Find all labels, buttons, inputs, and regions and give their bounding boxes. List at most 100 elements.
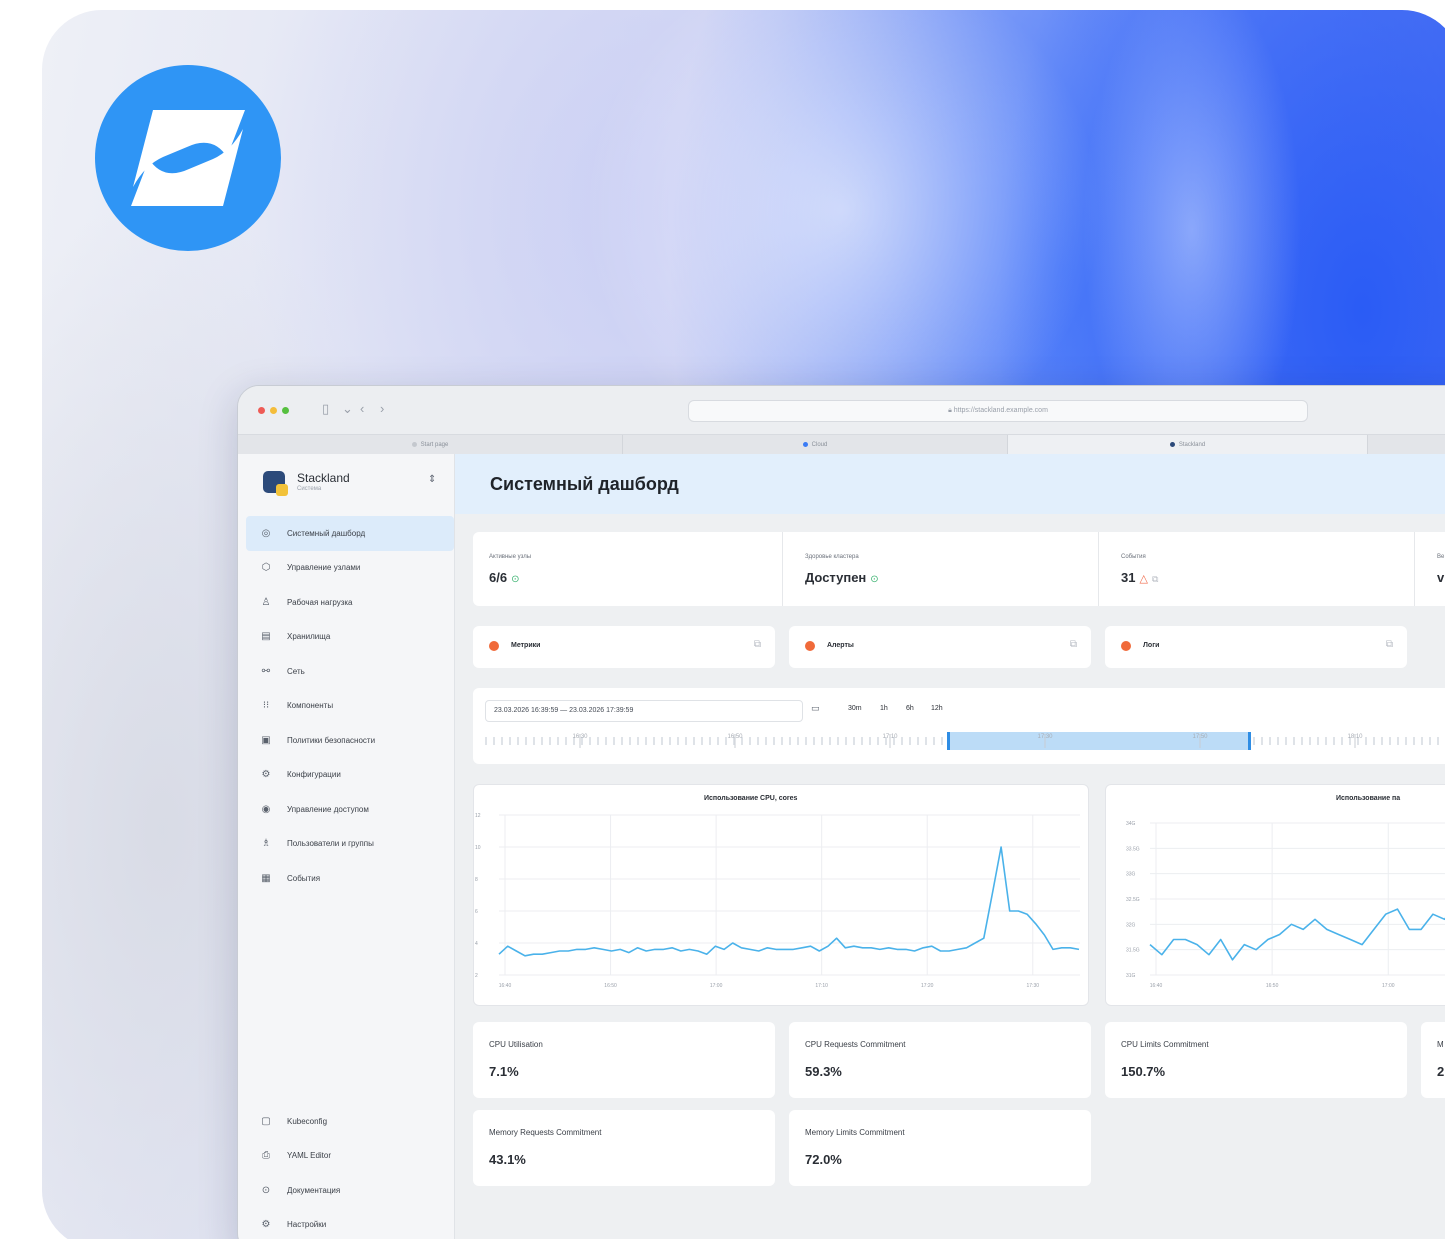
security-policy-icon: ▣ [261,734,271,746]
address-url: https://stackland.example.com [953,407,1048,414]
page-header: Системный дашборд [455,454,1445,514]
timeline-tick-label: 16:30 [572,734,588,740]
external-link-icon[interactable]: ⧉ [754,639,761,650]
link-card-alerts[interactable]: Алерты ⧉ [789,626,1091,668]
x-tick-label: 16:50 [1266,983,1279,989]
maximize-window-icon[interactable] [282,407,289,414]
y-tick-label: 2 [475,973,478,979]
y-tick-label: 34G [1126,821,1136,827]
workload-icon: ♙ [261,596,271,608]
sidebar-item[interactable]: ▢ Kubeconfig [246,1104,454,1139]
browser-window: ▯ ⌄ ‹ › 🔒︎ https://stackland.example.com… [237,385,1445,1239]
link-card-metrics[interactable]: Метрики ⧉ [473,626,775,668]
preset-30m[interactable]: 30m [848,705,862,712]
calendar-icon[interactable]: ▭ [811,703,820,714]
x-tick-label: 17:10 [815,983,828,989]
sidebar-item-label: Конфигурации [287,770,341,780]
y-tick-label: 6 [475,909,478,915]
sidebar-item[interactable]: ⎙ YAML Editor [246,1139,454,1174]
users-icon: ♗ [261,838,271,850]
time-range-panel: 23.03.2026 16:39:59 — 23.03.2026 17:39:5… [473,688,1445,764]
sidebar-item-label: События [287,873,321,883]
tab-overview-chevron-icon[interactable]: ⌄ [342,401,353,417]
tab-start-page[interactable]: Start page [238,435,623,455]
sidebar-item-label: Kubeconfig [287,1116,328,1126]
memory-usage-chart: 34G 33.5G 33G 32.5G 32G 31.5G 31G 16:40 16:50 17:… [1126,821,1445,989]
brand-name: Stackland [297,471,350,485]
sidebar-item[interactable]: ▤ Хранилища [246,620,454,655]
sidebar-item-label: Компоненты [287,701,334,711]
timeline-tick-label: 17:10 [882,734,898,740]
x-tick-label: 17:00 [1382,983,1395,989]
sidebar-item[interactable]: ◉ Управление доступом [246,792,454,827]
storage-icon: ▤ [261,631,271,643]
check-circle-icon: ⊙ [511,574,520,585]
sidebar-item-label: Политики безопасности [287,735,376,745]
sidebar-nav-bottom: ▢ Kubeconfig ⎙ YAML Editor ⊙ Документация ⚙ Нас… [246,1104,454,1239]
sidebar-item[interactable]: ♙ Рабочая нагрузка [246,585,454,620]
stats-card: Активные узлы 6/6 ⊙ Здоровье кластера Дос… [473,532,1445,606]
nodes-icon: ⬡ [261,562,271,574]
sidebar-item-label: Управление доступом [287,804,369,814]
y-tick-label: 32G [1126,922,1136,928]
metric-memory-requests: Memory Requests Commitment 43.1% [473,1110,775,1186]
dashboard-icon: ◎ [261,527,271,539]
close-window-icon[interactable] [258,407,265,414]
x-tick-label: 17:00 [710,983,723,989]
sidebar-toggle-icon[interactable]: ▯ [322,401,329,417]
time-slider[interactable]: 16:30 16:50 17:10 17:30 17:50 18:10 [485,730,1445,752]
metric-memory-limits: Memory Limits Commitment 72.0% [789,1110,1091,1186]
stackland-favicon-icon [1169,441,1175,447]
chevron-updown-icon[interactable]: ⇕ [428,474,436,485]
minimize-window-icon[interactable] [270,407,277,414]
sidebar-item[interactable]: ⚙ Настройки [246,1208,454,1239]
tab-stackland[interactable]: Stackland [1008,435,1368,455]
sidebar-item-label: Системный дашборд [287,528,366,538]
y-tick-label: 10 [475,845,481,851]
sidebar-item[interactable]: ♗ Пользователи и группы [246,827,454,862]
sidebar-item[interactable]: ⚙ Конфигурации [246,758,454,793]
cpu-chart-card: Использование CPU, cores 12 10 8 6 4 2 16:40 16… [473,784,1089,1006]
timeline-handle-start [947,732,950,750]
sidebar-item[interactable]: ⚯ Сеть [246,654,454,689]
sidebar-item[interactable]: ⁝⁝ Компоненты [246,689,454,724]
forward-icon[interactable]: › [380,401,384,416]
preset-1h[interactable]: 1h [880,705,888,712]
settings-gear-icon: ⚙ [261,1219,271,1231]
timeline-handle-end [1248,732,1251,750]
external-link-icon[interactable]: ⧉ [1070,639,1077,650]
preset-6h[interactable]: 6h [906,705,914,712]
tab-cloud[interactable]: Cloud [623,435,1008,455]
link-card-logs[interactable]: Логи ⧉ [1105,626,1407,668]
address-bar[interactable]: 🔒︎ https://stackland.example.com [688,400,1308,422]
y-tick-label: 12 [475,813,481,819]
preset-12h[interactable]: 12h [931,705,943,712]
sidebar-item-label: Настройки [287,1220,327,1230]
sidebar-item[interactable]: ⬡ Управление узлами [246,551,454,586]
components-icon: ⁝⁝ [262,700,270,712]
stat-version: Ве v1 [1437,554,1445,585]
sidebar-item-label: Управление узлами [287,563,361,573]
kubeconfig-icon: ▢ [261,1115,271,1127]
sidebar-item[interactable]: ▦ События [246,861,454,896]
sidebar-item[interactable]: ⊙ Документация [246,1173,454,1208]
external-link-icon[interactable]: ⧉ [1152,574,1158,584]
stat-events: События 31 △ ⧉ [1105,532,1415,606]
workspace-switcher[interactable]: Stackland Система ⇕ [254,462,444,506]
y-tick-label: 33.5G [1126,846,1140,852]
back-icon[interactable]: ‹ [360,401,364,416]
cloud-favicon-icon [802,441,808,447]
sidebar-item-label: Рабочая нагрузка [287,597,353,607]
sidebar-item[interactable]: ▣ Политики безопасности [246,723,454,758]
access-icon: ◉ [261,803,271,815]
cpu-usage-chart: 12 10 8 6 4 2 16:40 16:50 17:00 17:10 17:20 17:30 [475,813,1080,989]
time-range-input[interactable]: 23.03.2026 16:39:59 — 23.03.2026 17:39:5… [485,700,803,722]
brand-logo [95,65,281,251]
sidebar-item[interactable]: ◎ Системный дашборд [246,516,454,551]
external-link-icon[interactable]: ⧉ [1386,639,1393,650]
main-content: Системный дашборд Активные узлы 6/6 ⊙ Здо… [455,454,1445,1239]
x-tick-label: 17:30 [1027,983,1040,989]
series-line [498,846,1080,957]
brand-subtitle: Система [297,486,322,492]
browser-titlebar: ▯ ⌄ ‹ › 🔒︎ https://stackland.example.com [238,386,1445,434]
